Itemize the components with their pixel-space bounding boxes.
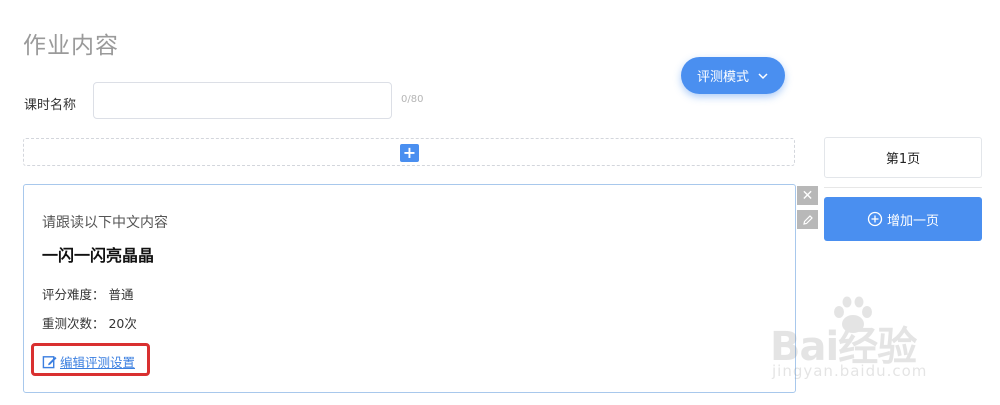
add-page-label: 增加一页 [886, 213, 939, 229]
evaluation-mode-label: 评测模式 [696, 70, 749, 85]
tab-page-1[interactable]: 第1页 [824, 137, 982, 178]
lesson-name-input[interactable] [93, 82, 392, 119]
page-list-divider [824, 187, 982, 188]
edit-settings-highlight: 编辑评测设置 [31, 343, 150, 376]
add-content-block-area[interactable]: + [23, 138, 795, 166]
reading-task-card: 请跟读以下中文内容 一闪一闪亮晶晶 评分难度： 普通 重测次数： 20次 编辑评… [23, 184, 796, 393]
task-instruction: 请跟读以下中文内容 [42, 215, 168, 231]
task-content: 一闪一闪亮晶晶 [42, 246, 155, 265]
edit-evaluation-settings-link[interactable]: 编辑评测设置 [42, 352, 135, 371]
add-block-button[interactable]: + [400, 144, 419, 162]
pencil-icon [802, 214, 813, 225]
edit-card-button[interactable] [797, 210, 818, 229]
edit-evaluation-settings-label: 编辑评测设置 [60, 355, 136, 370]
page-title: 作业内容 [23, 33, 119, 59]
retest-count: 重测次数： 20次 [42, 316, 137, 331]
paw-icon [834, 296, 872, 333]
watermark: Bai经验 jingyan.baidu.com [770, 296, 990, 386]
plus-circle-icon [867, 211, 883, 227]
evaluation-mode-dropdown[interactable]: 评测模式 [681, 57, 785, 94]
lesson-name-label: 课时名称 [24, 98, 77, 113]
edit-icon [42, 356, 57, 369]
homework-editor: 作业内容 评测模式 课时名称 0/80 + 请跟读以下中文内容 一闪一闪亮晶晶 … [0, 0, 1000, 405]
delete-card-button[interactable]: ✕ [797, 186, 818, 205]
scoring-difficulty: 评分难度： 普通 [42, 287, 134, 302]
add-page-button[interactable]: 增加一页 [824, 197, 982, 241]
lesson-name-char-count: 0/80 [401, 94, 424, 105]
close-icon: ✕ [801, 187, 814, 204]
chevron-down-icon [758, 72, 768, 79]
